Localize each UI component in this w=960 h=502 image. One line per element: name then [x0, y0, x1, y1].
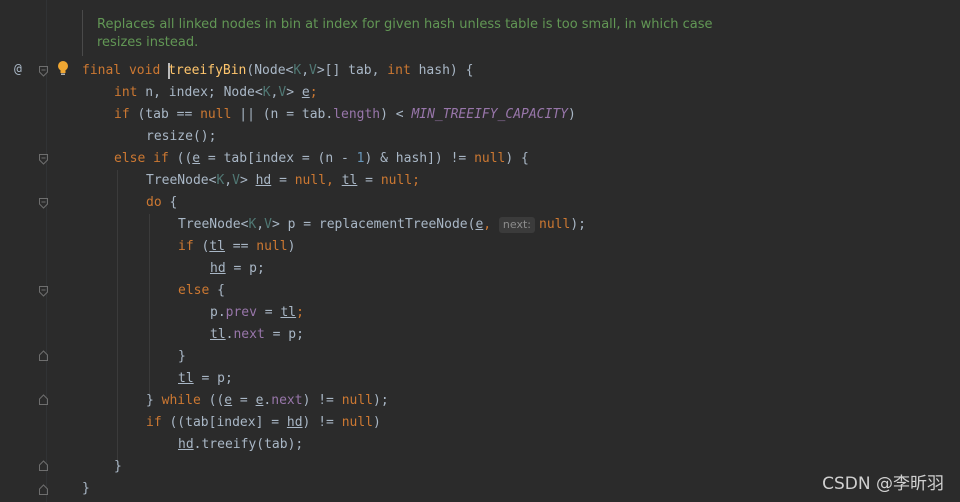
- keyword: void: [128, 63, 161, 78]
- code-line[interactable]: int n, index; Node<K,V> e;: [114, 82, 318, 104]
- fold-marker-icon[interactable]: [39, 154, 48, 165]
- code-line[interactable]: }: [114, 456, 122, 478]
- code-line[interactable]: TreeNode<K,V> hd = null, tl = null;: [146, 170, 420, 192]
- code-line[interactable]: if ((tab[index] = hd) != null): [146, 412, 381, 434]
- parameter-hint: next:: [498, 217, 535, 233]
- indent-guide: [149, 214, 150, 394]
- code-line[interactable]: final void treeifyBin(Node<K,V>[] tab, i…: [82, 60, 473, 82]
- javadoc-text: Replaces all linked nodes in bin at inde…: [97, 17, 713, 50]
- lightbulb-icon[interactable]: [57, 60, 69, 76]
- code-line[interactable]: } while ((e = e.next) != null);: [146, 390, 389, 412]
- code-line[interactable]: hd = p;: [210, 258, 265, 280]
- code-line[interactable]: }: [178, 346, 186, 368]
- code-line[interactable]: do {: [146, 192, 177, 214]
- fold-end-marker-icon[interactable]: [39, 460, 48, 471]
- fold-end-marker-icon[interactable]: [39, 350, 48, 361]
- code-line[interactable]: }: [82, 478, 90, 500]
- fold-marker-icon[interactable]: [39, 286, 48, 297]
- fold-marker-icon[interactable]: [39, 66, 48, 77]
- override-marker-icon[interactable]: @: [14, 62, 22, 77]
- code-line[interactable]: tl.next = p;: [210, 324, 304, 346]
- indent-guide: [117, 170, 118, 470]
- fold-marker-icon[interactable]: [39, 198, 48, 209]
- code-line[interactable]: else if ((e = tab[index = (n - 1) & hash…: [114, 148, 529, 170]
- code-line[interactable]: if (tab == null || (n = tab.length) < MI…: [114, 104, 576, 126]
- method-name: treeifyBin: [168, 63, 247, 78]
- fold-end-marker-icon[interactable]: [39, 394, 48, 405]
- fold-end-marker-icon[interactable]: [39, 484, 48, 495]
- keyword: final: [82, 63, 122, 78]
- code-line[interactable]: tl = p;: [178, 368, 233, 390]
- code-line[interactable]: p.prev = tl;: [210, 302, 304, 324]
- code-line[interactable]: else {: [178, 280, 225, 302]
- code-line[interactable]: TreeNode<K,V> p = replacementTreeNode(e,…: [178, 214, 586, 236]
- code-editor[interactable]: @ Replaces all linked nodes in bin at in…: [0, 0, 960, 502]
- javadoc-block: Replaces all linked nodes in bin at inde…: [82, 10, 783, 56]
- code-line[interactable]: resize();: [146, 126, 216, 148]
- code-line[interactable]: if (tl == null): [178, 236, 295, 258]
- code-line[interactable]: hd.treeify(tab);: [178, 434, 303, 456]
- watermark: CSDN @李昕羽: [822, 474, 944, 494]
